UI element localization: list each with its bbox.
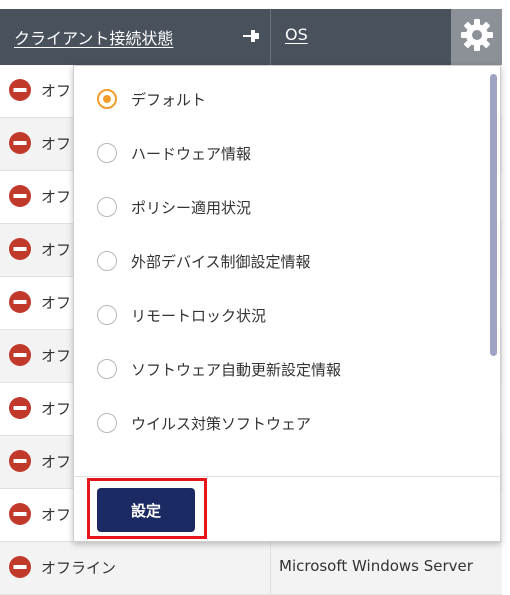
radio-button[interactable] — [97, 359, 117, 379]
option-label: ソフトウェア自動更新設定情報 — [131, 361, 342, 379]
client-status-sort-link[interactable]: クライアント接続状態 — [14, 25, 173, 49]
gear-icon — [460, 18, 494, 56]
offline-icon — [9, 397, 31, 419]
option-label: ポリシー適用状況 — [131, 199, 252, 217]
set-button[interactable]: 設定 — [97, 488, 195, 532]
view-option[interactable]: デフォルト — [74, 79, 474, 119]
view-select-dropdown: デフォルトハードウェア情報 ポリシー適用状況外部デバイス制御設定情報 リモートロック… — [73, 65, 501, 542]
panel-divider — [74, 476, 500, 477]
view-option[interactable]: 外部デバイス制御設定情報 — [74, 241, 474, 281]
radio-button[interactable] — [97, 89, 117, 109]
client-status-column-header: クライアント接続状態 — [0, 9, 270, 65]
offline-icon — [9, 450, 31, 472]
status-text: オフライン — [41, 559, 117, 577]
view-option[interactable]: ポリシー適用状況 — [74, 187, 474, 227]
table-row[interactable]: オフライン Microsoft Windows Server — [0, 542, 502, 595]
offline-icon — [9, 79, 31, 101]
offline-icon — [9, 185, 31, 207]
offline-icon — [9, 556, 31, 578]
option-label: リモートロック状況 — [131, 307, 267, 325]
option-label: デフォルト — [131, 91, 207, 109]
view-option[interactable]: リモートロック状況 — [74, 295, 474, 335]
option-label: 外部デバイス制御設定情報 — [131, 253, 311, 271]
table-header: クライアント接続状態 OS — [0, 9, 510, 65]
view-option-list: デフォルトハードウェア情報 ポリシー適用状況外部デバイス制御設定情報 リモートロック… — [74, 66, 488, 476]
option-label: ウイルス対策ソフトウェア — [131, 415, 312, 433]
offline-icon — [9, 503, 31, 525]
offline-icon — [9, 238, 31, 260]
right-strip — [502, 9, 510, 562]
top-strip — [0, 0, 510, 9]
radio-button[interactable] — [97, 413, 117, 433]
option-label: ハードウェア情報 — [131, 145, 252, 163]
radio-button[interactable] — [97, 143, 117, 163]
view-option[interactable]: ソフトウェア自動更新設定情報 — [74, 349, 474, 389]
radio-button[interactable] — [97, 251, 117, 271]
header-divider — [270, 9, 271, 65]
pin-icon[interactable] — [241, 28, 261, 44]
view-option[interactable]: ウイルス対策ソフトウェア — [74, 403, 474, 443]
scrollbar-thumb[interactable] — [490, 74, 497, 356]
radio-button[interactable] — [97, 197, 117, 217]
offline-icon — [9, 132, 31, 154]
offline-icon — [9, 291, 31, 313]
radio-button[interactable] — [97, 305, 117, 325]
os-text: Microsoft Windows Server — [279, 557, 473, 575]
os-sort-link[interactable]: OS — [285, 25, 308, 44]
view-option[interactable]: ハードウェア情報 — [74, 133, 474, 173]
column-settings-button[interactable] — [451, 9, 502, 65]
os-cell: Microsoft Windows Server — [270, 542, 502, 594]
offline-icon — [9, 344, 31, 366]
